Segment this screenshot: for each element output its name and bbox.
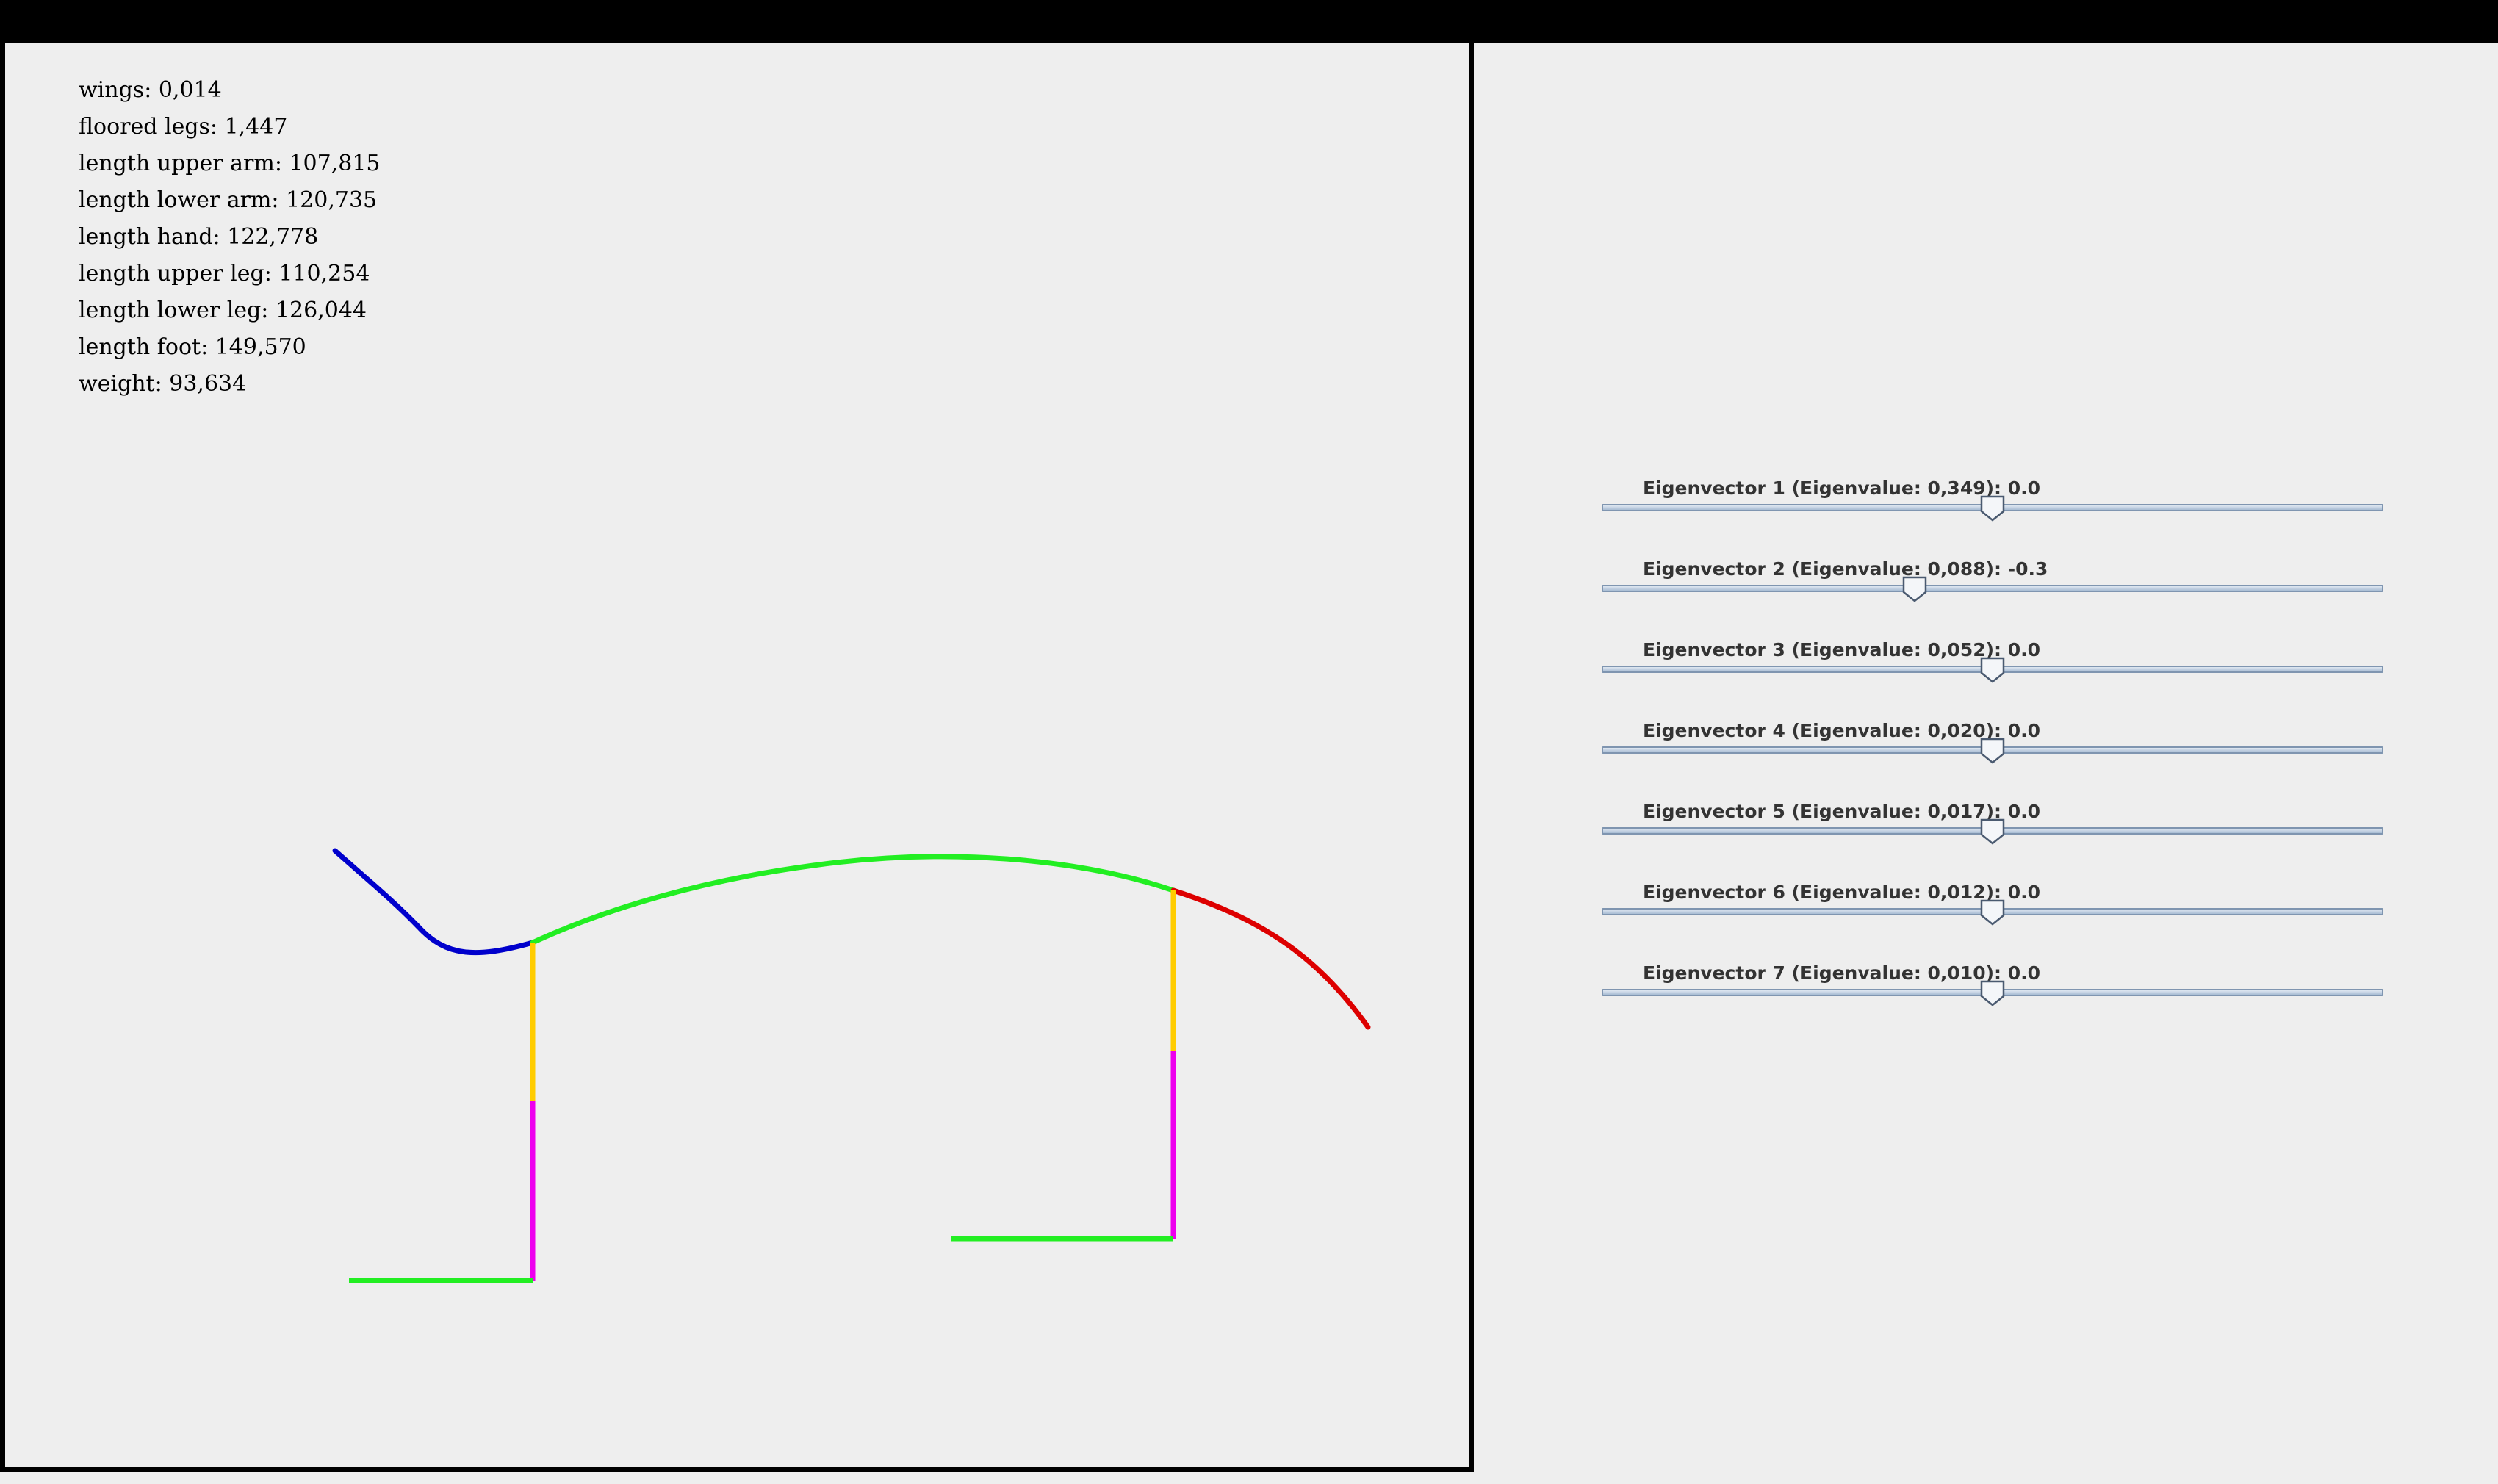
slider-thumb[interactable] (1980, 980, 2005, 1006)
slider-label: Eigenvector 2 (Eigenvalue: 0,088): -0.3 (1643, 558, 2048, 580)
eigenvector-slider-2: Eigenvector 2 (Eigenvalue: 0,088): -0.3 (1602, 551, 2383, 632)
slider-thumb[interactable] (1980, 657, 2005, 683)
tail-curve (1170, 887, 1371, 1030)
creature-skeleton (332, 848, 1371, 1283)
creature-canvas: wings: 0,014 floored legs: 1,447 length … (0, 43, 1474, 1472)
head-curve (332, 848, 536, 956)
spine-curve (530, 854, 1176, 945)
eigenvector-slider-6: Eigenvector 6 (Eigenvalue: 0,012): 0.0 (1602, 874, 2383, 955)
eigenvector-slider-4: Eigenvector 4 (Eigenvalue: 0,020): 0.0 (1602, 713, 2383, 793)
slider-thumb[interactable] (1980, 818, 2005, 845)
slider-track[interactable] (1602, 585, 2383, 592)
eigenvector-controls: Eigenvector 1 (Eigenvalue: 0,349): 0.0 E… (1602, 470, 2383, 1036)
slider-thumb[interactable] (1980, 899, 2005, 926)
eigenvector-slider-3: Eigenvector 3 (Eigenvalue: 0,052): 0.0 (1602, 632, 2383, 713)
slider-thumb[interactable] (1980, 738, 2005, 764)
eigenvector-slider-7: Eigenvector 7 (Eigenvalue: 0,010): 0.0 (1602, 955, 2383, 1036)
slider-thumb[interactable] (1980, 495, 2005, 522)
slider-thumb[interactable] (1902, 576, 1927, 602)
eigenvector-slider-1: Eigenvector 1 (Eigenvalue: 0,349): 0.0 (1602, 470, 2383, 551)
title-bar (0, 0, 2498, 43)
eigenvector-slider-5: Eigenvector 5 (Eigenvalue: 0,017): 0.0 (1602, 793, 2383, 874)
